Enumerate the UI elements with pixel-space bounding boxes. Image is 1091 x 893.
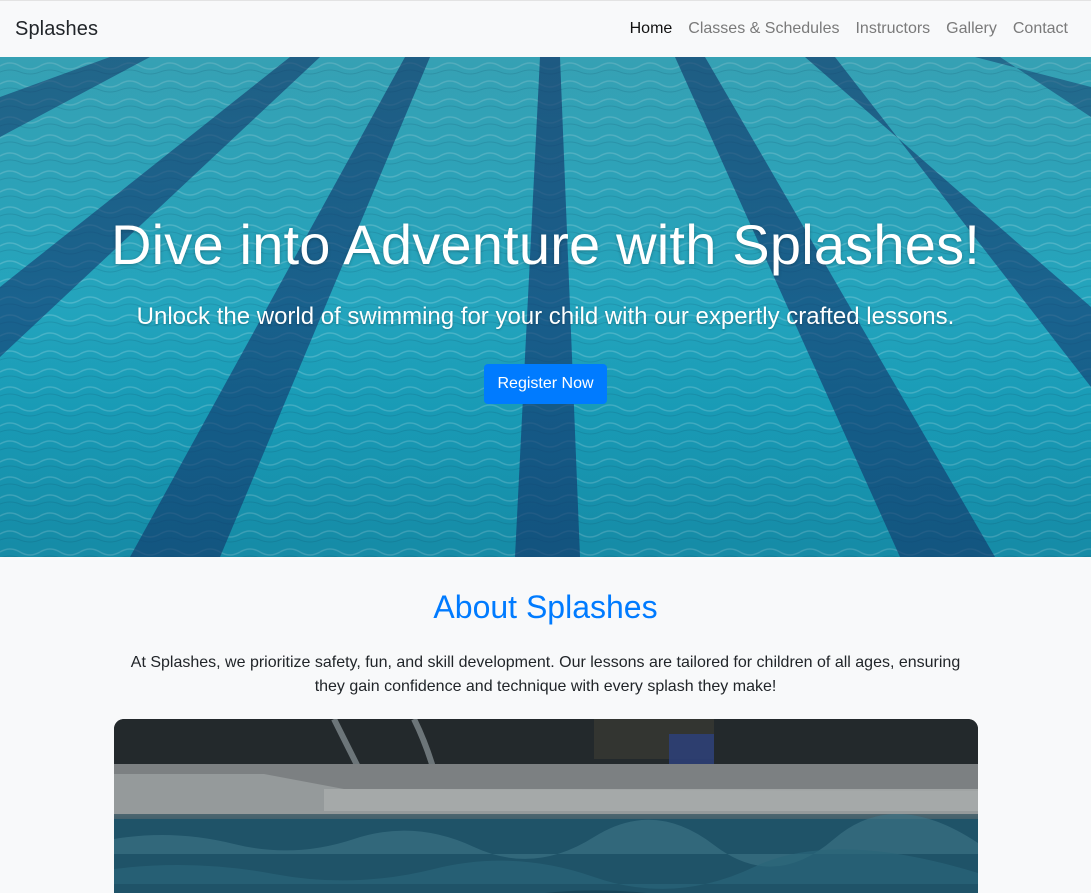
brand-logo[interactable]: Splashes bbox=[15, 18, 98, 41]
about-pool-image bbox=[114, 719, 978, 893]
hero-content: Dive into Adventure with Splashes! Unloc… bbox=[0, 57, 1091, 557]
nav-links: Home Classes & Schedules Instructors Gal… bbox=[622, 20, 1076, 38]
nav-link-home[interactable]: Home bbox=[622, 20, 681, 38]
about-text: At Splashes, we prioritize safety, fun, … bbox=[130, 654, 961, 695]
nav-link-contact[interactable]: Contact bbox=[1005, 20, 1076, 38]
about-section: About Splashes At Splashes, we prioritiz… bbox=[0, 557, 1091, 893]
nav-link-instructors[interactable]: Instructors bbox=[847, 20, 938, 38]
nav-link-classes-schedules[interactable]: Classes & Schedules bbox=[680, 20, 847, 38]
nav-link-gallery[interactable]: Gallery bbox=[938, 20, 1005, 38]
about-title: About Splashes bbox=[433, 589, 658, 625]
hero-title: Dive into Adventure with Splashes! bbox=[110, 213, 981, 276]
hero-subtitle: Unlock the world of swimming for your ch… bbox=[136, 303, 955, 330]
navbar: Splashes Home Classes & Schedules Instru… bbox=[0, 0, 1091, 57]
hero-section: Dive into Adventure with Splashes! Unloc… bbox=[0, 57, 1091, 557]
pool-photo bbox=[114, 719, 978, 893]
register-now-button[interactable]: Register Now bbox=[484, 364, 607, 404]
